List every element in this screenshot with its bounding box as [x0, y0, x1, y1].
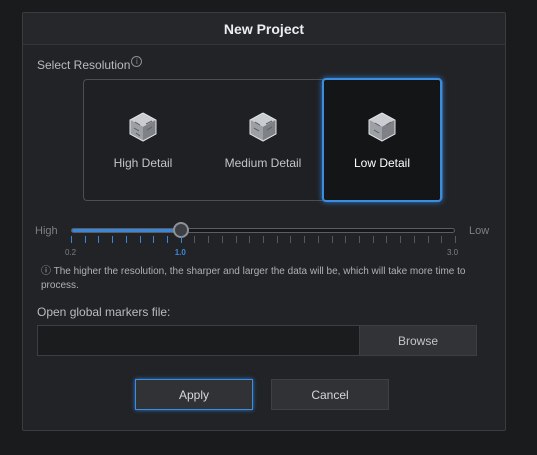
slider-tick — [441, 236, 443, 243]
slider-tick — [98, 236, 100, 243]
slider-tick — [180, 236, 182, 243]
slider-tick — [304, 236, 306, 243]
slider-tick — [125, 236, 127, 243]
resolution-option-low-detail[interactable]: Low Detail — [322, 78, 442, 202]
slider-tick — [139, 236, 141, 243]
slider-current-label: 1.0 — [174, 248, 186, 257]
slider-max-label: 3.0 — [447, 248, 459, 257]
resolution-note: ⓘ The higher the resolution, the sharper… — [41, 266, 466, 291]
resolution-option-high-detail[interactable]: High Detail — [84, 80, 202, 200]
slider-tick — [153, 236, 155, 243]
slider-tick — [345, 236, 347, 243]
slider-tick — [84, 236, 86, 243]
resolution-option-label: High Detail — [113, 156, 173, 170]
slider-tick — [208, 236, 210, 243]
slider-tick — [276, 236, 278, 243]
cancel-button[interactable]: Cancel — [271, 379, 389, 410]
slider-tick — [427, 236, 429, 243]
slider-fill — [72, 229, 182, 232]
markers-file-label: Open global markers file: — [37, 305, 171, 319]
resolution-slider-area: High 0.2 1.0 3.0 Low — [23, 221, 505, 261]
slider-tick — [71, 236, 72, 243]
dialog-title: New Project — [23, 13, 505, 45]
slider-high-label: High — [35, 225, 58, 237]
info-icon[interactable]: i — [131, 55, 143, 67]
slider-tick — [249, 236, 251, 243]
slider-tick — [331, 236, 333, 243]
slider-tick — [112, 236, 114, 243]
slider-tick — [413, 236, 415, 243]
cube-icon — [368, 112, 396, 142]
slider-tick — [400, 236, 402, 243]
resolution-options: High Detail Medium Detail Low Detail — [83, 78, 443, 202]
slider-tick — [317, 236, 319, 243]
browse-button[interactable]: Browse — [359, 325, 477, 356]
slider-tick — [455, 236, 456, 243]
resolution-option-label: Medium Detail — [224, 156, 302, 170]
slider-ticks — [71, 236, 456, 246]
slider-tick — [372, 236, 374, 243]
markers-file-row: Browse — [37, 325, 477, 356]
resolution-option-medium-detail[interactable]: Medium Detail — [204, 80, 322, 200]
slider-min-label: 0.2 — [65, 248, 77, 257]
cube-icon — [129, 112, 157, 142]
apply-button[interactable]: Apply — [135, 379, 253, 410]
slider-tick — [386, 236, 388, 243]
slider-tick — [359, 236, 360, 243]
slider-tick — [263, 236, 264, 243]
slider-tick — [167, 236, 168, 243]
resolution-option-label: Low Detail — [353, 156, 411, 170]
select-resolution-label: Select Resolution i — [37, 55, 143, 72]
slider-tick — [194, 236, 196, 243]
slider-tick — [235, 236, 237, 243]
slider-tick — [290, 236, 292, 243]
slider-low-label: Low — [469, 225, 490, 237]
slider-tick — [221, 236, 223, 243]
markers-file-input[interactable] — [37, 325, 359, 356]
resolution-slider[interactable] — [71, 228, 455, 233]
select-resolution-text: Select Resolution — [37, 58, 131, 72]
cube-icon — [249, 112, 277, 142]
new-project-dialog: New Project Select Resolution i High Det… — [22, 12, 506, 431]
